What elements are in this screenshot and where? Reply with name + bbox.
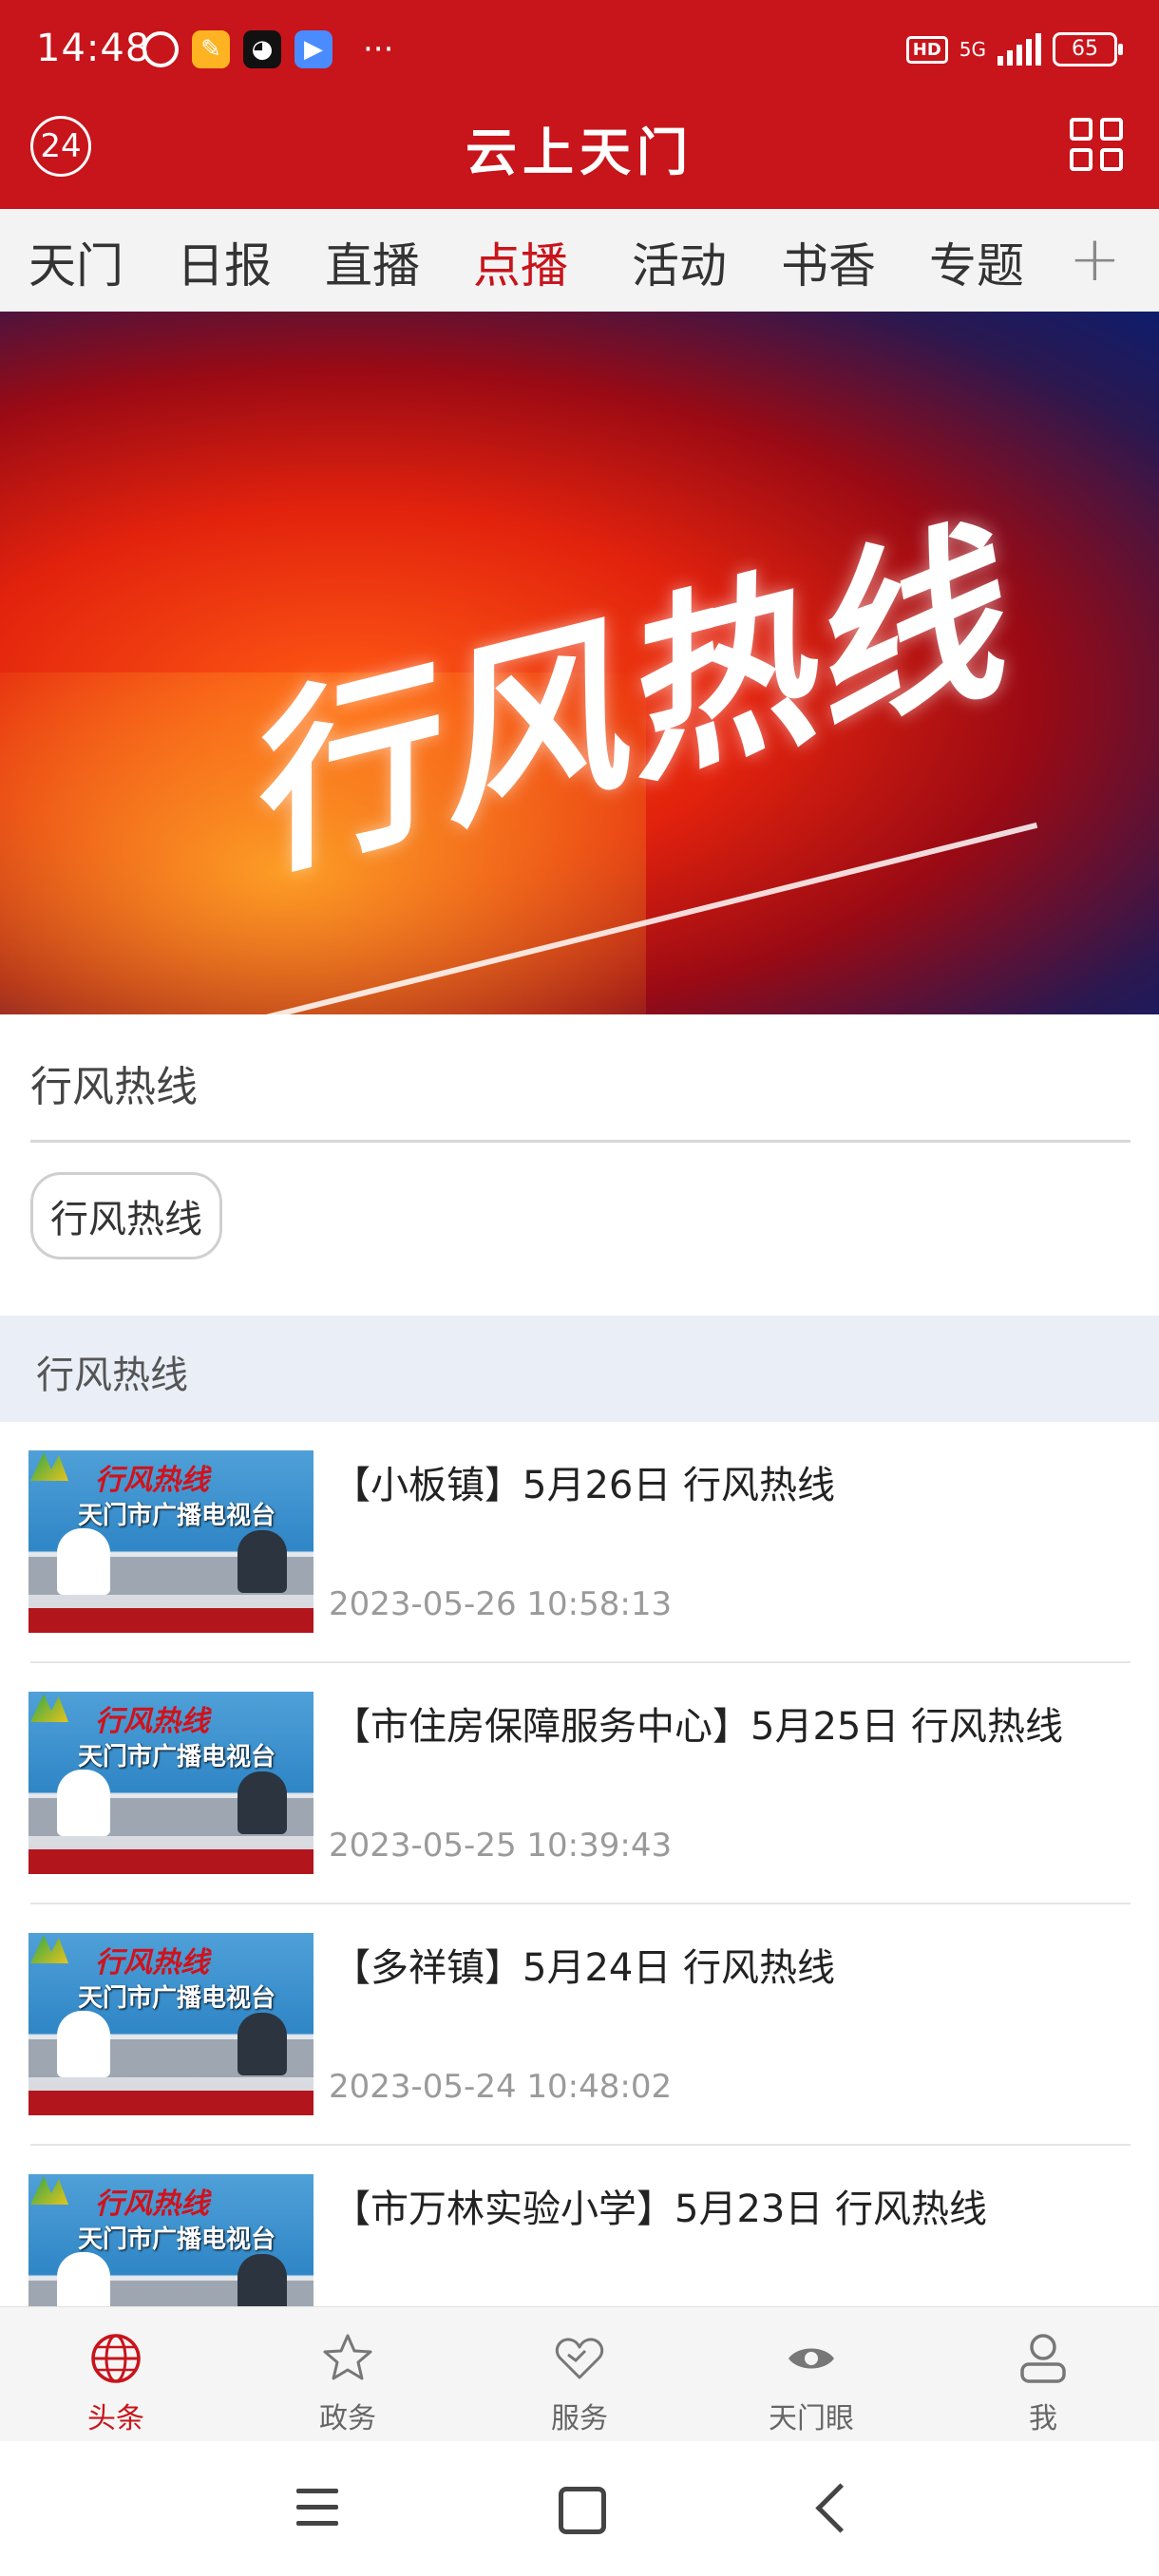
top-bar: 14:48 ✎ ◕ ▶ ··· HD 5G 65 24 云上天门 — [0, 0, 1159, 209]
nav-label: 头条 — [87, 2402, 144, 2435]
status-bar: 14:48 ✎ ◕ ▶ ··· HD 5G 65 — [0, 0, 1159, 104]
nav-label: 天门眼 — [769, 2402, 854, 2435]
signal-icon — [998, 33, 1041, 66]
episode-title: 【市住房保障服务中心】5月25日 行风热线 — [332, 1705, 1064, 1749]
station-logo-icon — [30, 1935, 68, 1963]
more-notifications-icon: ··· — [363, 30, 394, 68]
app-notification-icon: ✎ — [192, 30, 230, 68]
section-header: 行风热线 — [0, 1316, 1159, 1422]
tab-daily[interactable]: 日报 — [177, 228, 272, 296]
alarm-icon — [142, 31, 179, 67]
bottom-nav: 头条 政务 服务 天门眼 我 — [0, 2306, 1159, 2442]
episode-time: 2023-05-24 10:48:02 — [329, 2068, 673, 2106]
episode-thumbnail: 行风热线 天门市广播电视台 — [28, 1933, 314, 2115]
app-header: 24 云上天门 — [0, 104, 1159, 209]
back-icon[interactable] — [815, 2483, 865, 2533]
home-icon[interactable] — [559, 2487, 606, 2534]
status-notification-icons: ✎ ◕ ▶ ··· — [142, 30, 393, 68]
tab-live[interactable]: 直播 — [325, 228, 420, 296]
station-logo-icon — [30, 2176, 68, 2205]
episode-title: 【多祥镇】5月24日 行风热线 — [332, 1946, 836, 1990]
tab-events[interactable]: 活动 — [632, 228, 727, 296]
network-type: 5G — [959, 38, 986, 61]
episode-thumbnail: 行风热线 天门市广播电视台 — [28, 1450, 314, 1633]
grid-menu-icon[interactable] — [1070, 118, 1123, 171]
station-logo-icon — [30, 1694, 68, 1722]
tab-topics[interactable]: 专题 — [929, 228, 1024, 296]
nav-label: 我 — [1029, 2402, 1057, 2435]
recent-apps-icon[interactable] — [296, 2489, 338, 2527]
status-time: 14:48 — [36, 27, 151, 70]
nav-government[interactable]: 政务 — [232, 2307, 464, 2442]
episode-time: 2023-05-25 10:39:43 — [329, 1827, 673, 1865]
divider — [30, 1140, 1130, 1143]
add-channel-icon[interactable]: + — [1069, 222, 1121, 295]
heart-icon — [555, 2338, 604, 2379]
nav-headlines[interactable]: 头条 — [0, 2307, 232, 2442]
list-item[interactable]: 行风热线 天门市广播电视台 【市住房保障服务中心】5月25日 行风热线 2023… — [0, 1663, 1159, 1904]
list-item[interactable]: 行风热线 天门市广播电视台 【小板镇】5月26日 行风热线 2023-05-26… — [0, 1422, 1159, 1663]
hd-icon: HD — [905, 35, 948, 64]
system-nav-bar — [0, 2441, 1159, 2576]
battery-icon: 65 — [1053, 32, 1123, 66]
status-system-icons: HD 5G 65 — [905, 32, 1123, 66]
star-icon — [323, 2334, 372, 2380]
list-item[interactable]: 行风热线 天门市广播电视台 【多祥镇】5月24日 行风热线 2023-05-24… — [0, 1904, 1159, 2146]
episode-title: 【小板镇】5月26日 行风热线 — [332, 1464, 836, 1507]
nav-label: 服务 — [551, 2402, 608, 2435]
nav-label: 政务 — [319, 2402, 376, 2435]
nav-services[interactable]: 服务 — [464, 2307, 695, 2442]
user-icon — [1020, 2334, 1066, 2383]
video-title: 行风热线 — [30, 1063, 198, 1111]
episode-title: 【市万林实验小学】5月23日 行风热线 — [332, 2188, 988, 2231]
app-title: 云上天门 — [466, 122, 694, 182]
tab-books[interactable]: 书香 — [781, 228, 876, 296]
tab-vod[interactable]: 点播 — [473, 228, 568, 296]
episode-time: 2023-05-26 10:58:13 — [329, 1585, 673, 1623]
channel-tabs: 天门 日报 直播 点播 活动 书香 专题 + — [0, 209, 1159, 313]
video-player[interactable]: 行风热线 — [0, 312, 1159, 1014]
nav-tianmen-eye[interactable]: 天门眼 — [695, 2307, 927, 2442]
qq-icon: ◕ — [243, 30, 281, 68]
globe-icon — [91, 2334, 141, 2383]
episode-thumbnail: 行风热线 天门市广播电视台 — [28, 1692, 314, 1874]
eye-icon — [788, 2348, 834, 2369]
program-chip[interactable]: 行风热线 — [30, 1172, 222, 1260]
tab-tianmen[interactable]: 天门 — [28, 228, 124, 296]
nav-me[interactable]: 我 — [927, 2307, 1159, 2442]
section-label: 行风热线 — [36, 1354, 188, 1397]
video-app-icon: ▶ — [294, 30, 332, 68]
station-logo-icon — [30, 1452, 68, 1481]
